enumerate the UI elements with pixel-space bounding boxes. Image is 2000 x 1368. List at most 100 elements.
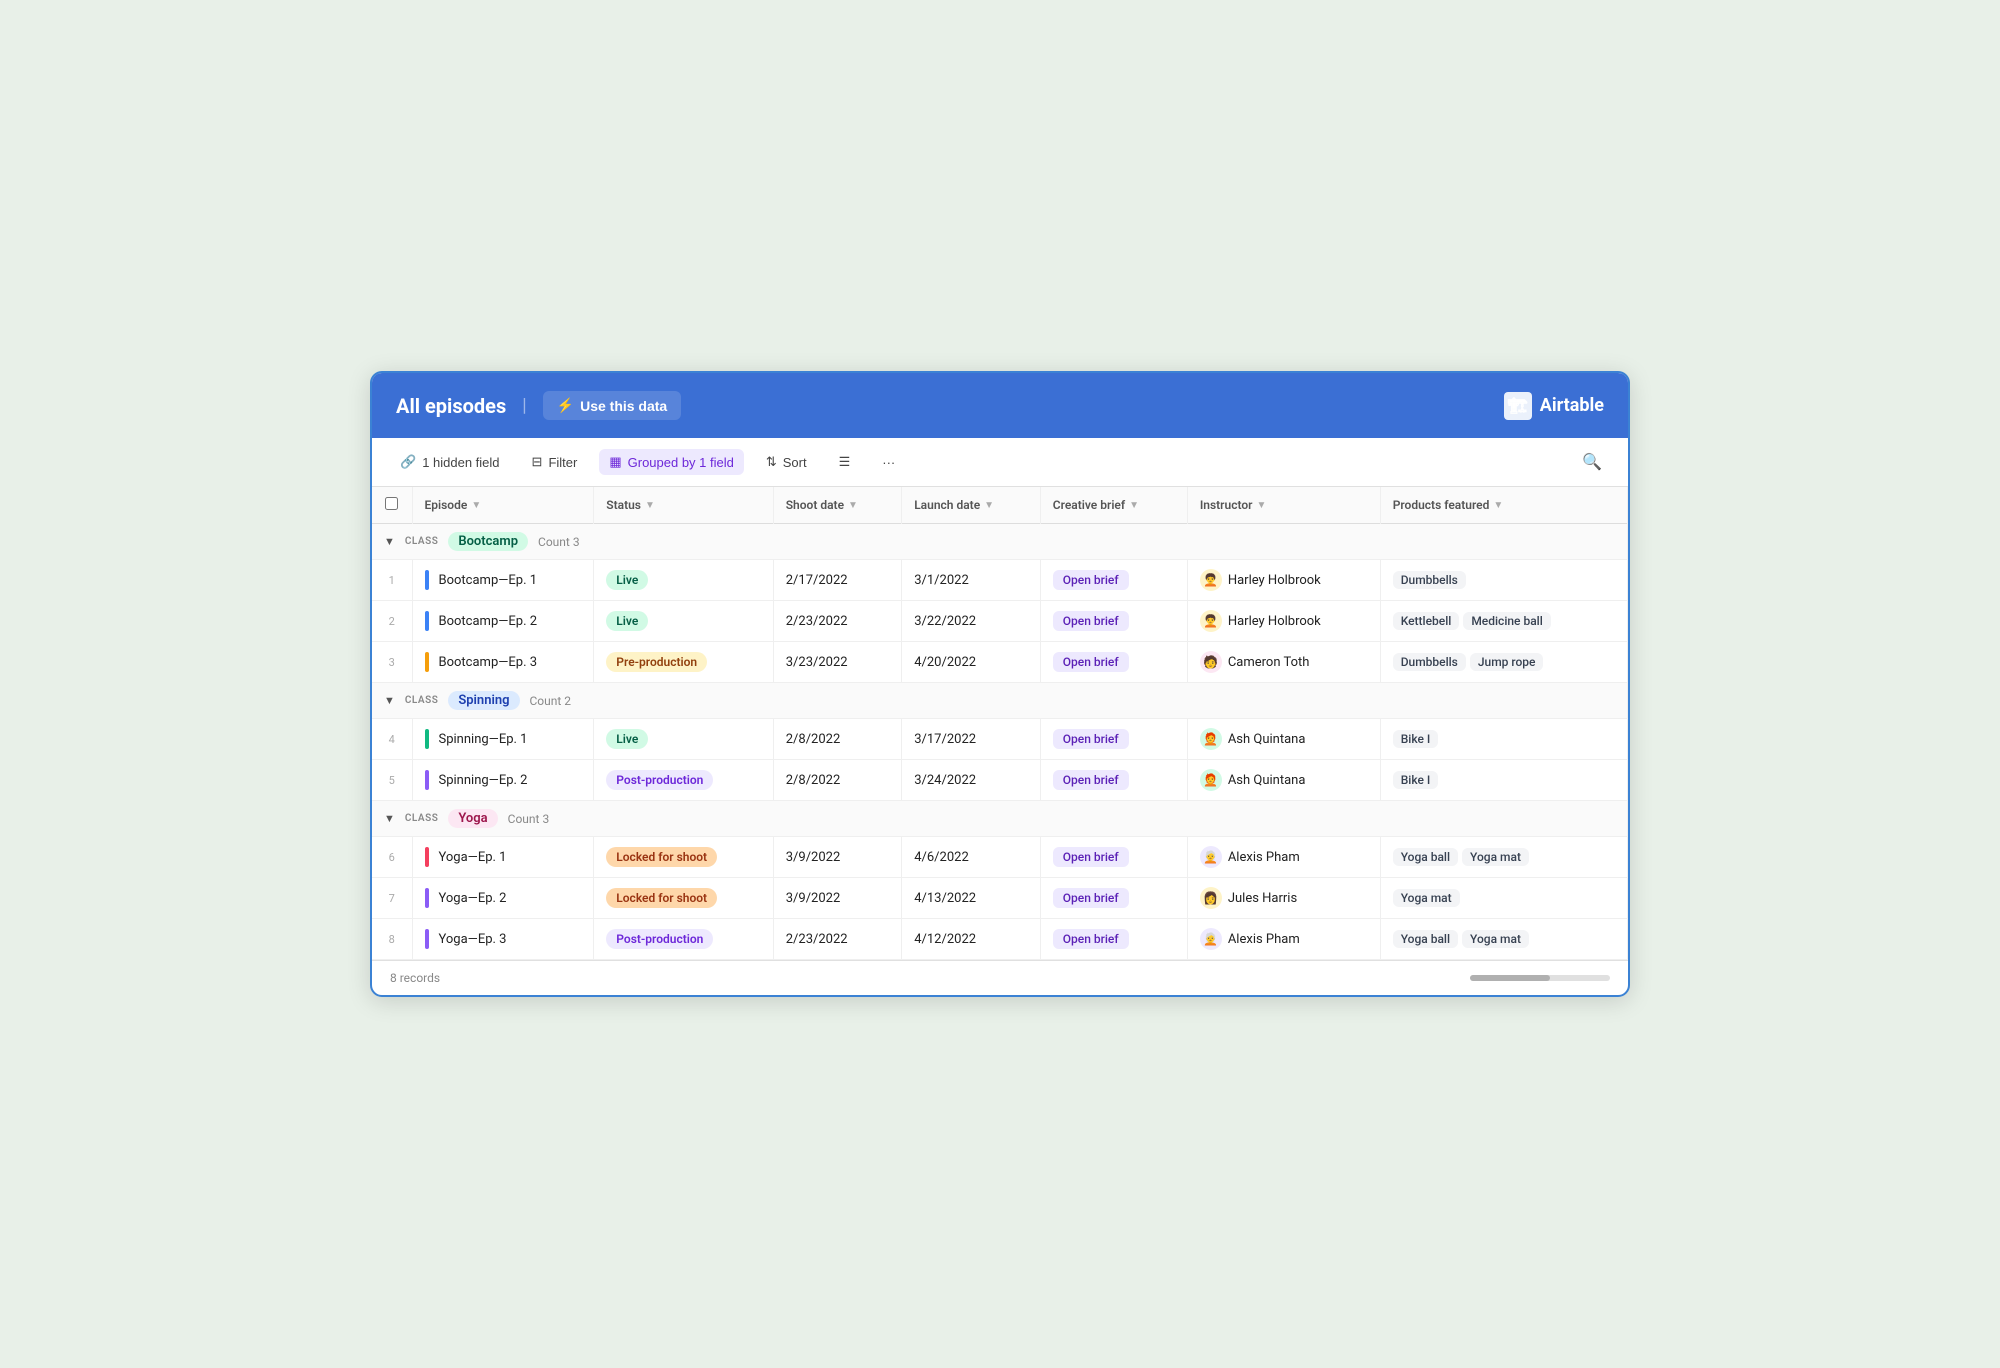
creative-brief-cell[interactable]: Open brief <box>1040 837 1187 878</box>
instructor-cell: 🧑‍🦱 Harley Holbrook <box>1187 601 1380 642</box>
avatar: 🧑 <box>1200 651 1222 673</box>
group-header-cell: ▼ CLASS Yoga Count 3 <box>372 801 1628 837</box>
instructor-cell: 🧑‍🦱 Harley Holbrook <box>1187 560 1380 601</box>
brief-tag[interactable]: Open brief <box>1053 611 1129 631</box>
list-view-button[interactable]: ☰ <box>829 449 861 475</box>
row-checkbox-cell[interactable]: 5 <box>372 760 412 801</box>
creative-brief-cell[interactable]: Open brief <box>1040 601 1187 642</box>
instructor-cell: 🧑‍🦰 Ash Quintana <box>1187 760 1380 801</box>
group-collapse-arrow[interactable]: ▼ <box>384 694 395 707</box>
use-data-label: Use this data <box>580 398 667 414</box>
shoot-date-cell: 2/17/2022 <box>773 560 901 601</box>
row-checkbox-cell[interactable]: 8 <box>372 919 412 960</box>
page-title: All episodes <box>396 394 506 418</box>
col-header-products[interactable]: Products featured ▼ <box>1380 487 1627 524</box>
products-cell: KettlebellMedicine ball <box>1380 601 1627 642</box>
row-checkbox-cell[interactable]: 3 <box>372 642 412 683</box>
creative-brief-cell[interactable]: Open brief <box>1040 878 1187 919</box>
instructor-name: Alexis Pham <box>1228 932 1300 947</box>
table-row[interactable]: 1 Bootcamp—Ep. 1 Live 2/17/2022 3/1/2022… <box>372 560 1628 601</box>
brief-tag[interactable]: Open brief <box>1053 770 1129 790</box>
launch-date-cell: 4/20/2022 <box>902 642 1041 683</box>
avatar: 👩 <box>1200 887 1222 909</box>
episode-cell[interactable]: Bootcamp—Ep. 1 <box>412 560 594 601</box>
group-name-tag: Spinning <box>448 691 519 710</box>
creative-brief-cell[interactable]: Open brief <box>1040 560 1187 601</box>
table-row[interactable]: 7 Yoga—Ep. 2 Locked for shoot 3/9/2022 4… <box>372 878 1628 919</box>
avatar: 🧑‍🦱 <box>1200 610 1222 632</box>
creative-brief-cell[interactable]: Open brief <box>1040 919 1187 960</box>
brief-tag[interactable]: Open brief <box>1053 652 1129 672</box>
product-tag: Dumbbells <box>1393 653 1466 671</box>
search-button[interactable]: 🔍 <box>1574 448 1610 476</box>
product-tag: Yoga ball <box>1393 930 1458 948</box>
brief-tag[interactable]: Open brief <box>1053 729 1129 749</box>
row-number: 1 <box>389 574 395 587</box>
shoot-date-cell: 3/23/2022 <box>773 642 901 683</box>
episode-cell[interactable]: Yoga—Ep. 1 <box>412 837 594 878</box>
col-header-launch-date[interactable]: Launch date ▼ <box>902 487 1041 524</box>
creative-brief-cell[interactable]: Open brief <box>1040 760 1187 801</box>
table-row[interactable]: 4 Spinning—Ep. 1 Live 2/8/2022 3/17/2022… <box>372 719 1628 760</box>
col-header-instructor[interactable]: Instructor ▼ <box>1187 487 1380 524</box>
row-checkbox-cell[interactable]: 7 <box>372 878 412 919</box>
checkbox-header[interactable] <box>372 487 412 524</box>
col-header-shoot-date[interactable]: Shoot date ▼ <box>773 487 901 524</box>
row-bar <box>425 929 429 949</box>
sort-icon: ⇅ <box>766 454 777 470</box>
col-label-shoot-date: Shoot date <box>786 498 844 512</box>
products-cell: Bike I <box>1380 719 1627 760</box>
launch-date-cell: 4/6/2022 <box>902 837 1041 878</box>
table-row[interactable]: 8 Yoga—Ep. 3 Post-production 2/23/2022 4… <box>372 919 1628 960</box>
creative-brief-cell[interactable]: Open brief <box>1040 719 1187 760</box>
episode-cell[interactable]: Yoga—Ep. 2 <box>412 878 594 919</box>
episode-cell[interactable]: Spinning—Ep. 2 <box>412 760 594 801</box>
group-class-label: CLASS <box>405 813 438 824</box>
sort-arrow-launch: ▼ <box>984 500 994 511</box>
shoot-date-cell: 3/9/2022 <box>773 837 901 878</box>
use-data-button[interactable]: ⚡ Use this data <box>543 391 682 420</box>
table-row[interactable]: 6 Yoga—Ep. 1 Locked for shoot 3/9/2022 4… <box>372 837 1628 878</box>
creative-brief-cell[interactable]: Open brief <box>1040 642 1187 683</box>
col-label-episode: Episode <box>425 498 468 512</box>
avatar: 🧑‍🦱 <box>1200 569 1222 591</box>
table-row[interactable]: 3 Bootcamp—Ep. 3 Pre-production 3/23/202… <box>372 642 1628 683</box>
product-tag: Kettlebell <box>1393 612 1460 630</box>
filter-button[interactable]: ⊟ Filter <box>522 449 588 475</box>
shoot-date-cell: 3/9/2022 <box>773 878 901 919</box>
search-icon: 🔍 <box>1582 454 1602 471</box>
brief-tag[interactable]: Open brief <box>1053 570 1129 590</box>
row-checkbox-cell[interactable]: 2 <box>372 601 412 642</box>
brief-tag[interactable]: Open brief <box>1053 888 1129 908</box>
row-checkbox-cell[interactable]: 6 <box>372 837 412 878</box>
episode-cell[interactable]: Bootcamp—Ep. 2 <box>412 601 594 642</box>
table-row[interactable]: 2 Bootcamp—Ep. 2 Live 2/23/2022 3/22/202… <box>372 601 1628 642</box>
sort-button[interactable]: ⇅ Sort <box>756 449 817 475</box>
brief-tag[interactable]: Open brief <box>1053 847 1129 867</box>
table-row[interactable]: 5 Spinning—Ep. 2 Post-production 2/8/202… <box>372 760 1628 801</box>
more-options-button[interactable]: ··· <box>872 450 905 475</box>
header-left: All episodes | ⚡ Use this data <box>396 391 681 420</box>
scrollbar-track[interactable] <box>1470 975 1610 981</box>
group-collapse-arrow[interactable]: ▼ <box>384 812 395 825</box>
brief-tag[interactable]: Open brief <box>1053 929 1129 949</box>
group-collapse-arrow[interactable]: ▼ <box>384 535 395 548</box>
row-checkbox-cell[interactable]: 4 <box>372 719 412 760</box>
episode-cell[interactable]: Spinning—Ep. 1 <box>412 719 594 760</box>
episode-cell[interactable]: Bootcamp—Ep. 3 <box>412 642 594 683</box>
hidden-field-icon: 🔗 <box>400 454 416 470</box>
instructor-cell: 🧑 Cameron Toth <box>1187 642 1380 683</box>
col-header-episode[interactable]: Episode ▼ <box>412 487 594 524</box>
col-header-creative-brief[interactable]: Creative brief ▼ <box>1040 487 1187 524</box>
col-header-status[interactable]: Status ▼ <box>594 487 773 524</box>
row-checkbox-cell[interactable]: 1 <box>372 560 412 601</box>
episode-cell[interactable]: Yoga—Ep. 3 <box>412 919 594 960</box>
grouped-button[interactable]: ▦ Grouped by 1 field <box>599 449 744 475</box>
hidden-field-button[interactable]: 🔗 1 hidden field <box>390 449 510 475</box>
product-tag: Jump rope <box>1470 653 1544 671</box>
group-name-tag: Yoga <box>448 809 497 828</box>
product-tag: Yoga mat <box>1462 848 1529 866</box>
app-container: All episodes | ⚡ Use this data 🏗 Airtabl… <box>370 371 1630 997</box>
select-all-checkbox[interactable] <box>385 497 398 510</box>
launch-date-cell: 4/13/2022 <box>902 878 1041 919</box>
